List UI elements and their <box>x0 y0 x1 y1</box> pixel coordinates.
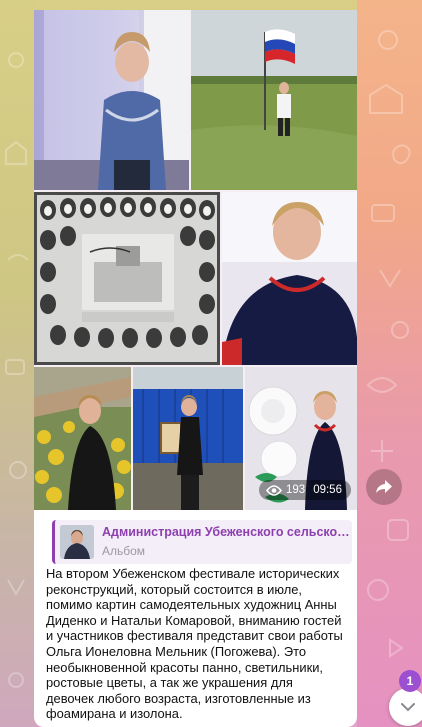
chat-wallpaper-right <box>357 0 422 727</box>
message-text: На втором Убеженском фестивале историчес… <box>46 566 343 722</box>
reply-title: Администрация Убеженского сельского по..… <box>102 525 352 539</box>
album-photo[interactable] <box>34 367 131 510</box>
share-icon <box>376 480 392 493</box>
reply-subtitle: Альбом <box>102 544 146 558</box>
eye-icon <box>266 484 282 496</box>
message-time: 09:56 <box>313 484 342 496</box>
reply-thumbnail <box>60 525 94 559</box>
album-photo[interactable] <box>222 192 357 365</box>
chat-wallpaper-left <box>0 0 36 727</box>
share-button[interactable] <box>366 469 402 505</box>
album-photo[interactable] <box>133 367 243 510</box>
album-photo[interactable] <box>34 10 189 190</box>
photo-album[interactable] <box>34 10 357 510</box>
album-photo[interactable] <box>191 10 357 190</box>
scroll-down-button[interactable] <box>389 688 422 726</box>
reply-preview[interactable]: Администрация Убеженского сельского по..… <box>52 520 352 564</box>
message-meta: 193 09:56 <box>259 480 351 500</box>
unread-badge: 1 <box>399 670 421 692</box>
message-bubble[interactable]: Администрация Убеженского сельского по..… <box>34 510 357 727</box>
view-count: 193 <box>286 484 306 496</box>
chevron-down-icon <box>401 703 415 712</box>
album-photo[interactable] <box>34 192 220 365</box>
